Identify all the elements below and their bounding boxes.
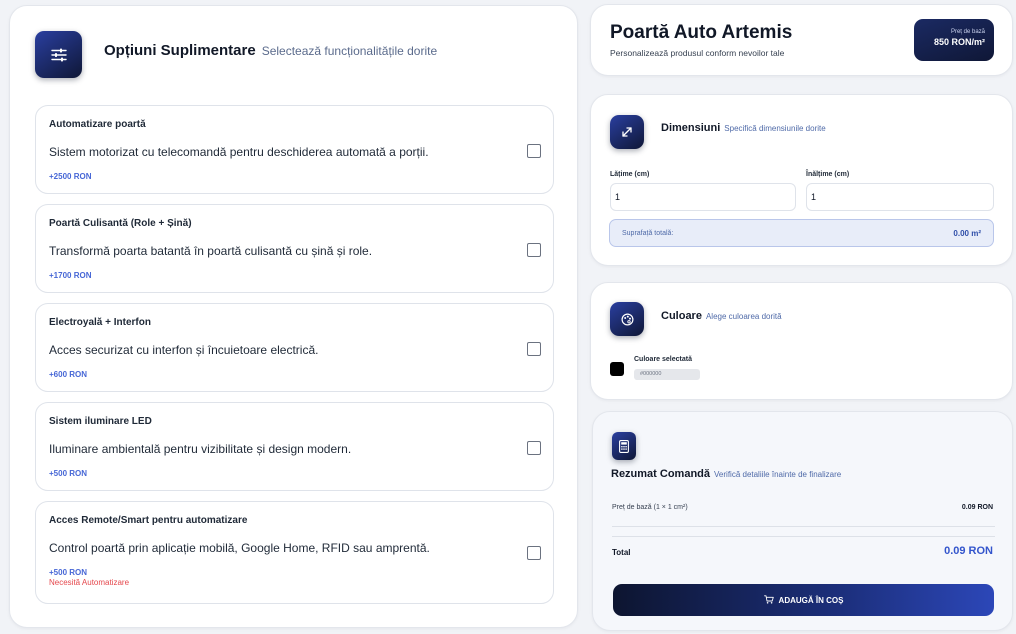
option-description: Control poartă prin aplicație mobilă, Go… (49, 541, 430, 555)
selected-color-swatch[interactable] (610, 362, 624, 376)
option-requirement-note: Necesită Automatizare (49, 578, 130, 587)
summary-subtitle: Verifică detaliile înainte de finalizare (714, 470, 842, 479)
summary-divider (612, 526, 995, 527)
total-area-label: Suprafață totală: (622, 230, 674, 237)
base-price-label: Preț de bază (950, 29, 985, 35)
option-price: +1700 RON (49, 271, 92, 280)
options-title: Opțiuni Suplimentare (104, 42, 256, 59)
expand-icon (610, 115, 644, 149)
option-checkbox[interactable] (527, 441, 541, 455)
option-price: +2500 RON (49, 172, 92, 181)
dimensions-card: Dimensiuni Specifică dimensiunile dorite … (590, 94, 1013, 266)
palette-icon (610, 302, 644, 336)
selected-color-code: #000000 (634, 369, 700, 380)
option-iluminare-led[interactable]: Sistem iluminare LED Iluminare ambiental… (35, 402, 554, 491)
option-electroyala[interactable]: Electroyală + Interfon Acces securizat c… (35, 303, 554, 392)
height-label: Înălțime (cm) (806, 171, 850, 178)
dimensions-title: Dimensiuni (661, 122, 721, 134)
option-acces-remote[interactable]: Acces Remote/Smart pentru automatizare C… (35, 501, 554, 604)
option-checkbox[interactable] (527, 243, 541, 257)
product-header-card: Poartă Auto Artemis Personalizează produ… (590, 4, 1013, 76)
option-title: Sistem iluminare LED (49, 416, 152, 427)
option-price: +500 RON (49, 568, 88, 577)
summary-title: Rezumat Comandă (611, 468, 711, 480)
width-input[interactable] (610, 183, 796, 211)
order-summary-card: Rezumat Comandă Verifică detaliile înaint… (592, 411, 1013, 631)
option-title: Electroyală + Interfon (49, 317, 151, 328)
option-description: Sistem motorizat cu telecomandă pentru d… (49, 145, 429, 159)
total-value: 0.09 RON (944, 545, 993, 557)
add-to-cart-label: ADAUGĂ ÎN COȘ (778, 595, 844, 605)
base-price-row-value: 0.09 RON (961, 504, 993, 511)
total-label: Total (612, 548, 631, 557)
option-description: Acces securizat cu interfon și încuietoa… (49, 343, 319, 357)
color-card: Culoare Alege culoarea dorită Culoare sel… (590, 282, 1013, 400)
cart-icon (763, 594, 774, 606)
summary-heading: Rezumat Comandă Verifică detaliile înaint… (611, 468, 841, 480)
option-title: Poartă Culisantă (Role + Șină) (49, 218, 192, 229)
selected-color-label: Culoare selectată (634, 356, 692, 363)
height-input[interactable] (806, 183, 994, 211)
color-title: Culoare (661, 310, 702, 322)
option-price: +600 RON (49, 370, 88, 379)
color-heading: Culoare Alege culoarea dorită (661, 310, 782, 322)
option-description: Iluminare ambientală pentru vizibilitate… (49, 442, 352, 456)
color-subtitle: Alege culoarea dorită (705, 312, 782, 321)
option-price: +500 RON (49, 469, 88, 478)
option-checkbox[interactable] (527, 342, 541, 356)
option-title: Automatizare poartă (49, 119, 146, 130)
dimensions-heading: Dimensiuni Specifică dimensiunile dorite (661, 122, 826, 134)
option-checkbox[interactable] (527, 546, 541, 560)
summary-divider (612, 536, 995, 537)
option-checkbox[interactable] (527, 144, 541, 158)
base-price-value: 850 RON/m² (933, 37, 985, 47)
total-area-box: Suprafață totală: 0.00 m² (609, 219, 994, 247)
base-price-badge: Preț de bază 850 RON/m² (914, 19, 994, 61)
dimensions-subtitle: Specifică dimensiunile dorite (724, 124, 826, 133)
width-label: Lățime (cm) (610, 171, 650, 178)
total-area-value: 0.00 m² (953, 229, 981, 238)
option-title: Acces Remote/Smart pentru automatizare (49, 515, 248, 526)
add-to-cart-button[interactable]: ADAUGĂ ÎN COȘ (613, 584, 994, 616)
product-title: Poartă Auto Artemis (610, 22, 793, 43)
calculator-icon (612, 432, 636, 460)
options-card: Opțiuni Suplimentare Selectează funcționa… (9, 5, 578, 628)
option-description: Transformă poarta batantă în poartă culi… (49, 244, 373, 258)
sliders-icon (35, 31, 82, 78)
options-subtitle: Selectează funcționalitățile dorite (261, 44, 438, 58)
options-heading: Opțiuni Suplimentare Selectează funcționa… (104, 42, 437, 59)
option-automatizare[interactable]: Automatizare poartă Sistem motorizat cu … (35, 105, 554, 194)
product-subtitle: Personalizează produsul conform nevoilor… (610, 48, 785, 58)
option-poarta-culisanta[interactable]: Poartă Culisantă (Role + Șină) Transform… (35, 204, 554, 293)
base-price-row-label: Preț de bază (1 × 1 cm²) (612, 504, 688, 511)
